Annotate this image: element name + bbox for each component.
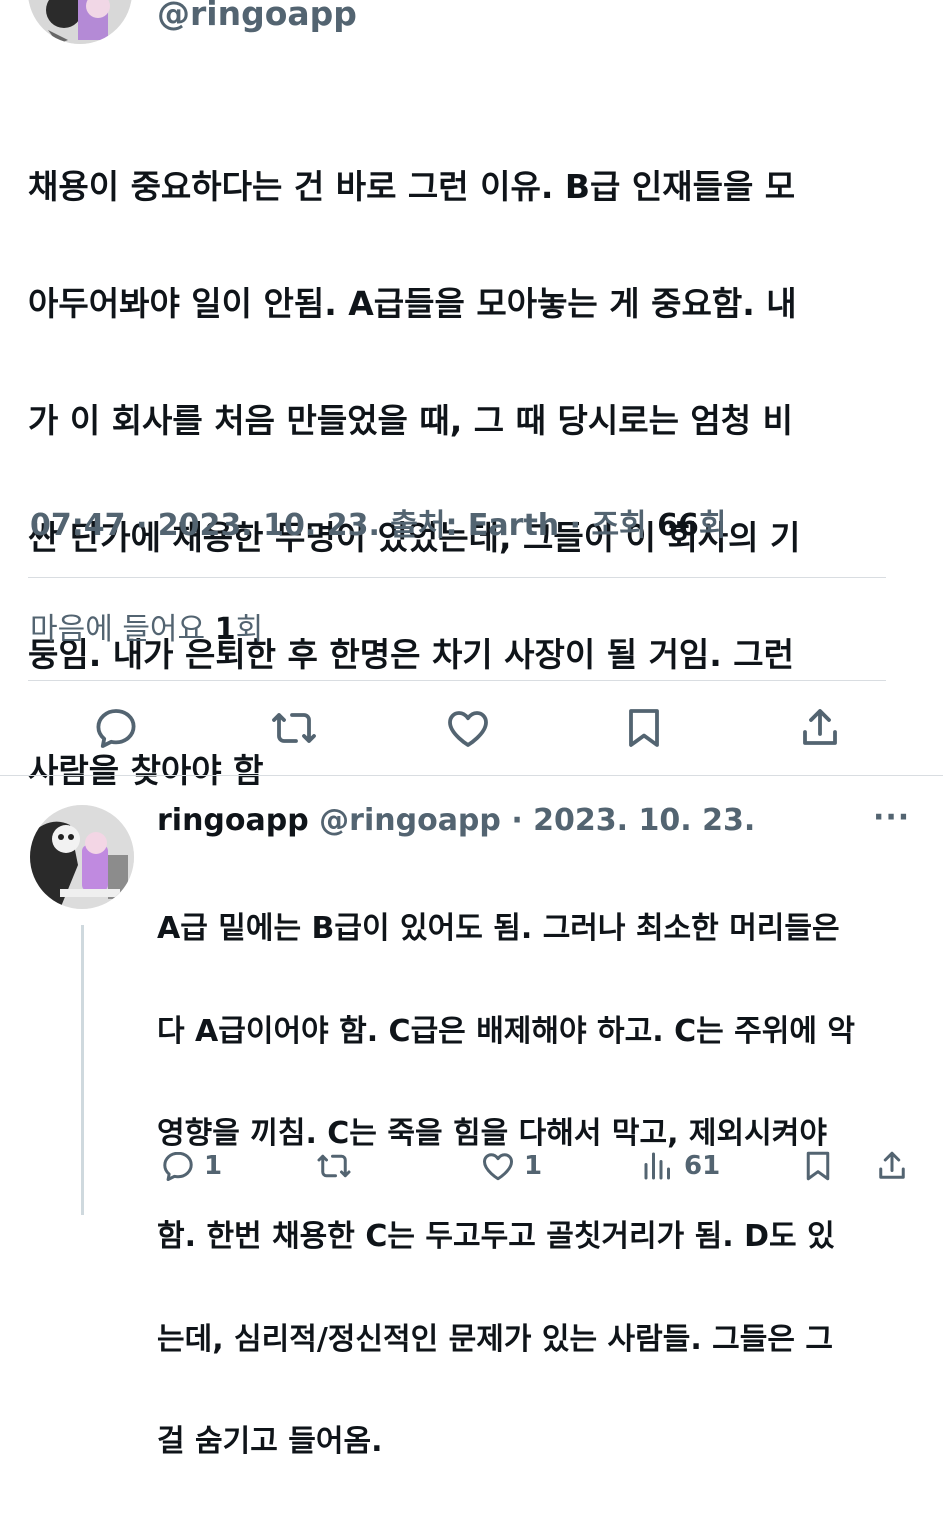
tweet-meta: 07:47 · 2023. 10. 23. 출처: Earth · 조회 66회: [30, 500, 726, 544]
likes-count: 1: [214, 612, 236, 647]
likes-suffix: 회: [235, 612, 264, 647]
reply-bookmark-button[interactable]: [800, 1146, 836, 1186]
like-button[interactable]: [444, 704, 492, 752]
reply-author-handle[interactable]: @ringoapp: [319, 803, 501, 838]
thread-connector: [81, 925, 84, 1215]
views-chart-icon: [644, 1152, 670, 1180]
views-count: 61: [684, 1151, 721, 1181]
view-count-suffix: 회: [698, 508, 727, 543]
author-avatar[interactable]: [28, 0, 132, 44]
avatar-image: [30, 805, 134, 909]
tweet-text-line: 가 이 회사를 처음 만들었을 때, 그 때 당시로는 엄청 비: [28, 401, 793, 441]
reply-text-line: A급 밑에는 B급이 있어도 됨. 그러나 최소한 머리들은: [157, 911, 840, 947]
retweet-icon: [272, 713, 316, 743]
tweet-timestamp-source[interactable]: 07:47 · 2023. 10. 23. 출처: Earth · 조회: [30, 508, 657, 543]
share-icon: [803, 709, 837, 745]
reply-button[interactable]: [92, 704, 140, 752]
share-button[interactable]: [796, 704, 844, 752]
reply-count: 1: [204, 1151, 223, 1181]
reply-text-line: 함. 한번 채용한 C는 두고두고 골칫거리가 됨. D도 있: [157, 1219, 835, 1255]
likes-summary[interactable]: 마음에 들어요 1회: [30, 604, 263, 648]
reply-icon: [163, 1151, 193, 1181]
reply-reply-button[interactable]: 1: [160, 1146, 222, 1186]
like-icon: [448, 711, 488, 747]
tweet-text-line: 사람을 찾아야 함: [28, 751, 264, 791]
reply-date[interactable]: · 2023. 10. 23.: [501, 803, 755, 838]
reply-header: ringoapp @ringoapp · 2023. 10. 23.: [157, 803, 755, 838]
reply-share-button[interactable]: [874, 1146, 910, 1186]
reply-views-button[interactable]: 61: [640, 1146, 720, 1186]
bookmark-button[interactable]: [620, 704, 668, 752]
reply-author-avatar[interactable]: [30, 805, 134, 909]
reply-retweet-button[interactable]: [316, 1146, 352, 1186]
reply-text-line: 다 A급이어야 함. C급은 배제해야 하고. C는 주위에 악: [157, 1013, 855, 1049]
reply-text-line: 는데, 심리적/정신적인 문제가 있는 사람들. 그들은 그: [157, 1321, 834, 1357]
retweet-button[interactable]: [270, 704, 318, 752]
reply-like-button[interactable]: 1: [480, 1146, 542, 1186]
share-icon: [879, 1151, 905, 1179]
bookmark-icon: [806, 1151, 830, 1181]
view-count: 66: [657, 508, 699, 543]
like-icon: [483, 1153, 513, 1181]
reply-author-name[interactable]: ringoapp: [157, 803, 309, 838]
reply-text-line: 걸 숨기고 들어옴.: [157, 1424, 383, 1460]
retweet-icon: [317, 1154, 351, 1178]
like-count: 1: [524, 1151, 543, 1181]
bookmark-icon: [629, 709, 659, 747]
tweet-text-line: 아두어봐야 일이 안됨. A급들을 모아놓는 게 중요함. 내: [28, 284, 797, 324]
divider: [28, 680, 886, 681]
divider: [28, 577, 886, 578]
author-handle[interactable]: @ringoapp: [157, 0, 357, 33]
more-options-button[interactable]: ···: [873, 800, 910, 835]
divider: [0, 775, 943, 776]
tweet-text-line: 채용이 중요하다는 건 바로 그런 이유. B급 인재들을 모: [28, 167, 796, 207]
avatar-image: [28, 0, 132, 44]
reply-icon: [96, 709, 136, 748]
likes-prefix: 마음에 들어요: [30, 612, 215, 647]
